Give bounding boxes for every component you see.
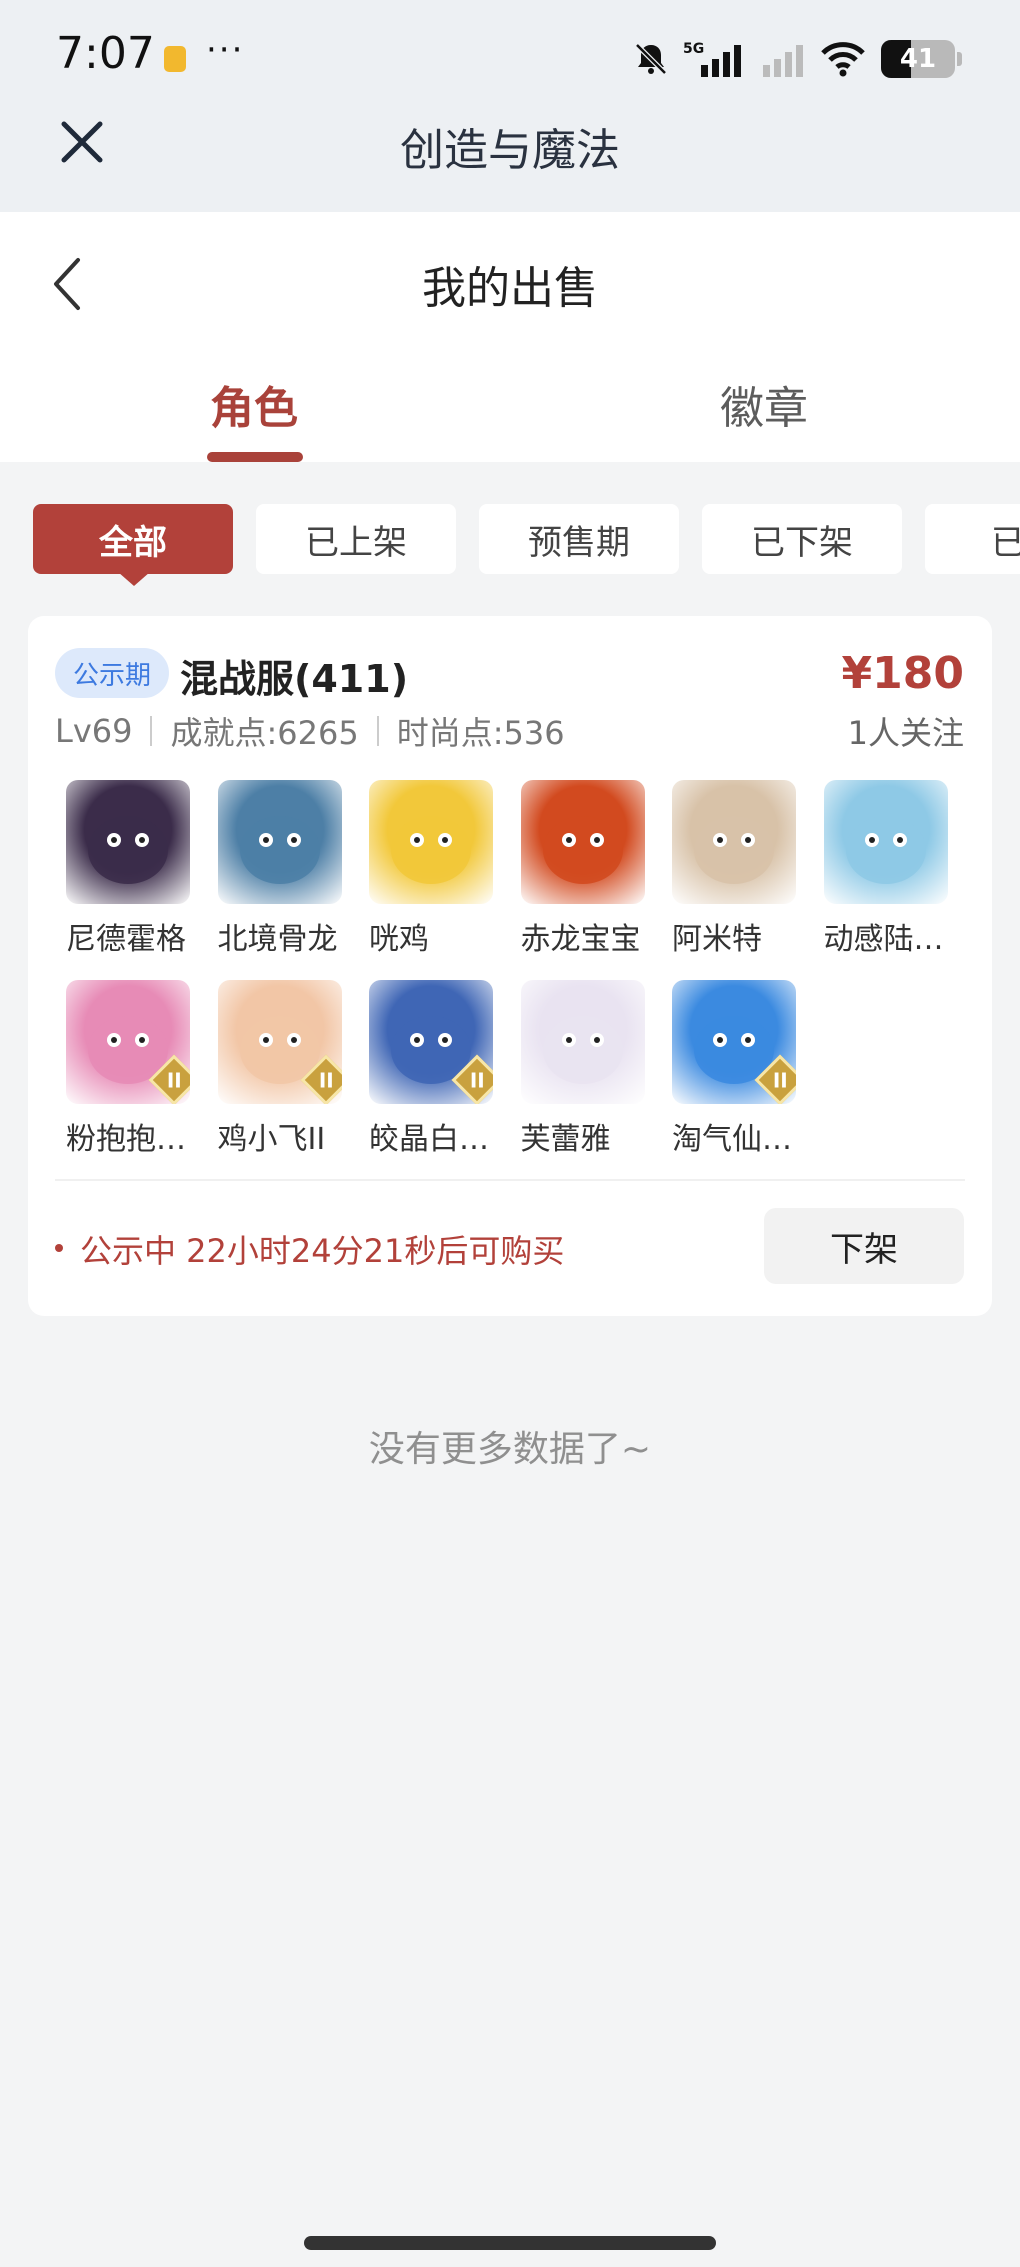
pet-name: 粉抱抱… xyxy=(66,1122,186,1157)
blue-dog-icon: II xyxy=(672,980,796,1104)
filter-delisted[interactable]: 已下架 xyxy=(702,504,902,574)
more-notifications-icon: ··· xyxy=(206,30,245,70)
pet-name: 动感陆… xyxy=(823,922,944,957)
filter-listed[interactable]: 已上架 xyxy=(256,504,456,574)
filter-sold[interactable]: 已售 xyxy=(925,504,1020,574)
bell-muted-icon xyxy=(635,43,667,75)
pet-name: 皎晶白… xyxy=(369,1122,489,1157)
server-name: 混战服(411) xyxy=(180,657,409,701)
pet-item[interactable]: 尼德霍格 xyxy=(66,780,196,958)
pet-name: 阿米特 xyxy=(672,922,762,957)
filter-bar: 全部 已上架 预售期 已下架 已售 xyxy=(0,462,1020,612)
miniprogram-header: 创造与魔法 xyxy=(0,88,1020,212)
pet-name: 赤龙宝宝 xyxy=(520,922,641,957)
countdown-status: 公示中 22小时24分21秒后可购买 xyxy=(80,1232,565,1270)
bird-icon xyxy=(823,780,948,904)
status-badge: 公示期 xyxy=(55,648,170,698)
dark-dragon-icon xyxy=(66,780,190,904)
pet-item[interactable]: 北境骨龙 xyxy=(217,780,348,958)
tab-roles[interactable]: 角色 xyxy=(154,372,354,436)
page-title: 我的出售 xyxy=(422,263,598,314)
red-dragon-icon xyxy=(520,780,645,904)
filter-presale[interactable]: 预售期 xyxy=(479,504,679,574)
miniprogram-title: 创造与魔法 xyxy=(400,125,620,176)
pet-item[interactable]: 赤龙宝宝 xyxy=(520,780,651,958)
pet-name: 尼德霍格 xyxy=(66,922,186,957)
pet-item[interactable]: 动感陆… xyxy=(823,780,954,958)
signal-secondary-icon xyxy=(763,45,803,77)
status-time: 7:07 xyxy=(56,28,155,79)
level: Lv69 xyxy=(55,712,133,750)
pet-item[interactable]: 芙蕾雅 xyxy=(520,980,651,1158)
pet-name: 淘气仙… xyxy=(672,1122,792,1157)
stat-divider xyxy=(376,716,379,746)
delist-button[interactable]: 下架 xyxy=(764,1208,964,1284)
battery-icon: 41 xyxy=(881,40,955,78)
white-tiger-icon: II xyxy=(369,980,493,1104)
pet-item[interactable]: II 鸡小飞II xyxy=(217,980,348,1158)
card-divider xyxy=(55,1179,965,1181)
battery-tip xyxy=(957,52,962,66)
crocodile-icon xyxy=(672,780,796,904)
goddess-icon xyxy=(520,980,645,1104)
status-dot xyxy=(55,1244,63,1252)
pet-item[interactable]: II 淘气仙… xyxy=(672,980,802,1158)
active-filter-pointer xyxy=(118,572,150,586)
fighter-icon: II xyxy=(217,980,342,1104)
character-stats: Lv69 成就点:6265 时尚点:536 xyxy=(55,708,565,754)
pet-item[interactable]: II 皎晶白… xyxy=(369,980,499,1158)
pet-name: 芙蕾雅 xyxy=(520,1122,611,1157)
signal-5g-icon: 5G xyxy=(683,41,741,77)
no-more-data: 没有更多数据了~ xyxy=(368,1429,652,1470)
active-tab-indicator xyxy=(207,452,303,462)
follower-count: 1人关注 xyxy=(847,714,964,752)
pet-item[interactable]: 咣鸡 xyxy=(369,780,499,958)
price: ¥180 xyxy=(841,648,964,699)
listing-card[interactable]: 公示期 混战服(411) ¥180 Lv69 成就点:6265 时尚点:536 … xyxy=(28,616,992,1316)
tab-bar: 角色 徽章 xyxy=(0,372,1020,462)
bone-dragon-icon xyxy=(217,780,342,904)
chicken-icon xyxy=(369,780,493,904)
status-icons: 5G 41 xyxy=(633,36,962,82)
fashion-points: 时尚点:536 xyxy=(396,714,565,752)
stat-divider xyxy=(150,716,153,746)
pet-name: 北境骨龙 xyxy=(217,922,338,957)
svg-text:5G: 5G xyxy=(683,41,704,57)
pet-item[interactable]: 阿米特 xyxy=(672,780,802,958)
achievement-points: 成就点:6265 xyxy=(170,714,359,752)
home-indicator[interactable] xyxy=(304,2236,716,2250)
pet-name: 咣鸡 xyxy=(369,922,429,957)
pet-item[interactable]: II 粉抱抱… xyxy=(66,980,196,1158)
page-header: 我的出售 角色 徽章 xyxy=(0,212,1020,462)
pink-bear-icon: II xyxy=(66,980,190,1104)
tab-badges[interactable]: 徽章 xyxy=(664,372,864,436)
filter-all[interactable]: 全部 xyxy=(33,504,233,574)
pet-name: 鸡小飞II xyxy=(217,1122,326,1157)
notification-app-icon xyxy=(164,46,186,72)
wifi-icon xyxy=(821,42,865,77)
